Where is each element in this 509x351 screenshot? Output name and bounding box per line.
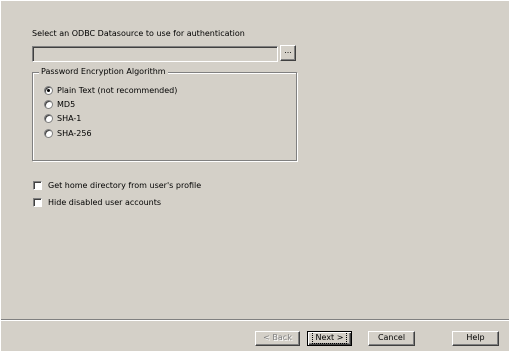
radio-md5[interactable]: MD5 [44,98,75,110]
footer-divider-highlight [1,320,509,321]
radio-label: MD5 [57,99,76,109]
radio-button-selected[interactable] [44,85,53,95]
back-button[interactable]: < Back [255,331,300,346]
datasource-input[interactable] [32,46,278,62]
next-button-label: Next > [311,331,348,344]
encryption-group-title: Password Encryption Algorithm [39,67,168,76]
checkbox-home-directory[interactable]: Get home directory from user's profile [33,179,201,191]
radio-button[interactable] [44,128,53,138]
wizard-page: Select an ODBC Datasource to use for aut… [0,0,509,351]
radio-label: SHA-256 [57,128,92,138]
radio-plain-text[interactable]: Plain Text (not recommended) [44,84,177,96]
datasource-prompt: Select an ODBC Datasource to use for aut… [32,29,245,38]
radio-sha1[interactable]: SHA-1 [44,112,81,124]
radio-button[interactable] [44,113,53,123]
browse-button[interactable]: ... [280,45,296,61]
help-button[interactable]: Help [452,331,499,346]
checkbox-label: Hide disabled user accounts [48,197,162,207]
radio-button[interactable] [44,99,53,109]
radio-label: SHA-1 [57,113,82,123]
checkbox-box[interactable] [33,180,42,190]
checkbox-hide-disabled[interactable]: Hide disabled user accounts [33,196,161,208]
radio-sha256[interactable]: SHA-256 [44,127,92,139]
cancel-button[interactable]: Cancel [368,331,415,346]
next-button[interactable]: Next > [307,331,352,346]
checkbox-box[interactable] [33,197,42,207]
checkbox-label: Get home directory from user's profile [48,180,202,190]
radio-label: Plain Text (not recommended) [57,85,178,95]
